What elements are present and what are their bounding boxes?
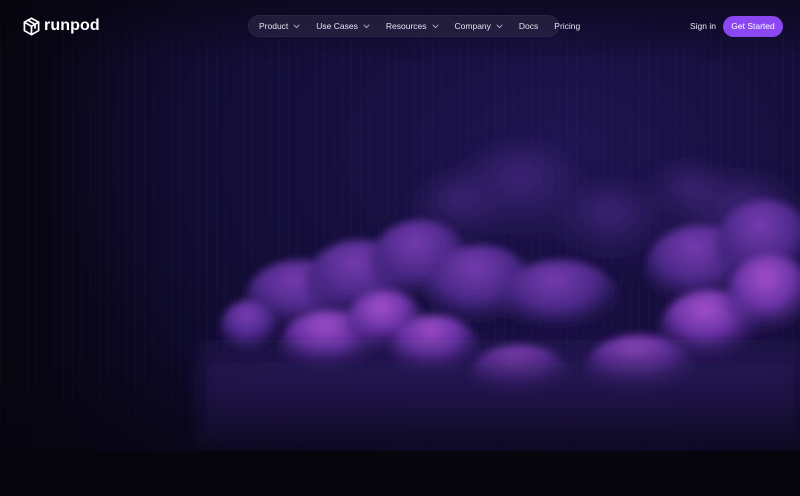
nav-item-use-cases[interactable]: Use Cases	[316, 20, 370, 32]
chevron-down-icon	[496, 24, 503, 28]
main-nav: Product Use Cases Resources Company Docs…	[248, 15, 580, 37]
chevron-down-icon	[363, 24, 370, 28]
nav-item-label: Docs	[518, 21, 539, 31]
nav-item-product[interactable]: Product	[259, 20, 300, 32]
site-header: runpod Product Use Cases Resources Compa…	[0, 0, 800, 52]
nav-item-pricing[interactable]: Pricing	[554, 20, 580, 32]
brand-logo[interactable]: runpod	[23, 16, 100, 36]
nav-item-label: Resources	[385, 21, 427, 31]
chevron-down-icon	[432, 24, 438, 28]
nav-item-label: Pricing	[554, 21, 581, 31]
nav-item-resources[interactable]: Resources	[386, 20, 439, 32]
page: runpod Product Use Cases Resources Compa…	[0, 0, 800, 496]
get-started-button[interactable]: Get Started	[723, 16, 783, 37]
sign-in-link[interactable]: Sign in	[690, 20, 716, 32]
nav-item-label: Product	[259, 21, 289, 31]
hero-background	[0, 0, 800, 451]
nav-item-label: Use Cases	[316, 21, 358, 31]
brand-name: runpod	[44, 17, 100, 34]
nav-item-label: Company	[454, 21, 491, 31]
cube-icon	[23, 16, 40, 36]
hero-vignette	[0, 0, 800, 451]
nav-item-docs[interactable]: Docs	[519, 20, 538, 32]
nav-item-company[interactable]: Company	[455, 20, 503, 32]
page-bottom-band	[0, 451, 800, 496]
chevron-down-icon	[293, 24, 300, 28]
